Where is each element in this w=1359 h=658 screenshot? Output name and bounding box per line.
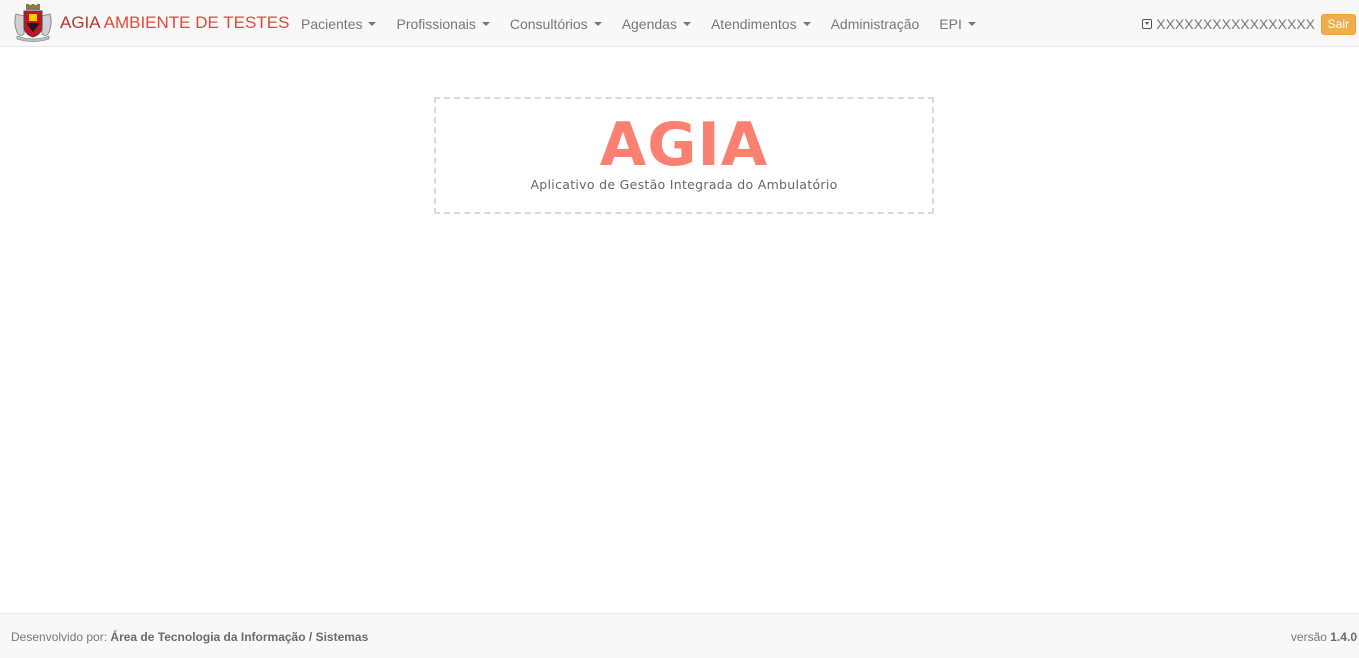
caret-down-icon [481, 21, 490, 26]
menu-label: Consultórios [509, 15, 588, 32]
menu-label: Pacientes [301, 15, 363, 32]
menu-label: Administração [830, 15, 920, 32]
brand-name: AGIA [60, 13, 101, 32]
top-navbar: AGIA AMBIENTE DE TESTES Pacientes Profis… [0, 0, 1359, 47]
developer-credit: Desenvolvido por: Área de Tecnologia da … [11, 630, 368, 644]
menu-pacientes[interactable]: Pacientes [291, 0, 386, 47]
menu-label: Atendimentos [710, 15, 797, 32]
version-label: versão [1290, 630, 1327, 644]
menu-label: Profissionais [396, 15, 476, 32]
menu-administracao[interactable]: Administração [821, 0, 930, 47]
menu-agendas[interactable]: Agendas [612, 0, 701, 47]
caret-down-icon [593, 21, 602, 26]
main-menu: Pacientes Profissionais Consultórios Age… [291, 0, 986, 47]
developed-by-label: Desenvolvido por: [11, 630, 108, 644]
environment-label: AMBIENTE DE TESTES [103, 13, 290, 32]
user-menu[interactable]: XXXXXXXXXXXXXXXXX [1142, 0, 1315, 47]
user-name: XXXXXXXXXXXXXXXXX [1156, 15, 1315, 32]
hero-subtitle: Aplicativo de Gestão Integrada do Ambula… [530, 177, 838, 192]
brand-link[interactable]: AGIA AMBIENTE DE TESTES [12, 4, 289, 42]
caret-down-icon [368, 21, 377, 26]
caret-down-icon [967, 21, 976, 26]
caret-square-down-icon [1142, 18, 1153, 29]
menu-epi[interactable]: EPI [929, 0, 986, 47]
menu-atendimentos[interactable]: Atendimentos [701, 0, 821, 47]
hero-title: AGIA [599, 110, 769, 180]
coat-of-arms-icon [14, 4, 52, 42]
menu-profissionais[interactable]: Profissionais [386, 0, 499, 47]
menu-label: EPI [939, 15, 962, 32]
menu-consultorios[interactable]: Consultórios [500, 0, 612, 47]
logout-button[interactable]: Sair [1320, 14, 1356, 35]
menu-label: Agendas [621, 15, 677, 32]
hero-banner: AGIA Aplicativo de Gestão Integrada do A… [434, 97, 934, 214]
caret-down-icon [802, 21, 811, 26]
version-info: versão 1.4.0 [1291, 630, 1357, 644]
developed-by-value: Área de Tecnologia da Informação / Siste… [110, 630, 369, 644]
version-value: 1.4.0 [1330, 630, 1357, 644]
page-footer: Desenvolvido por: Área de Tecnologia da … [0, 613, 1359, 658]
caret-down-icon [682, 21, 691, 26]
